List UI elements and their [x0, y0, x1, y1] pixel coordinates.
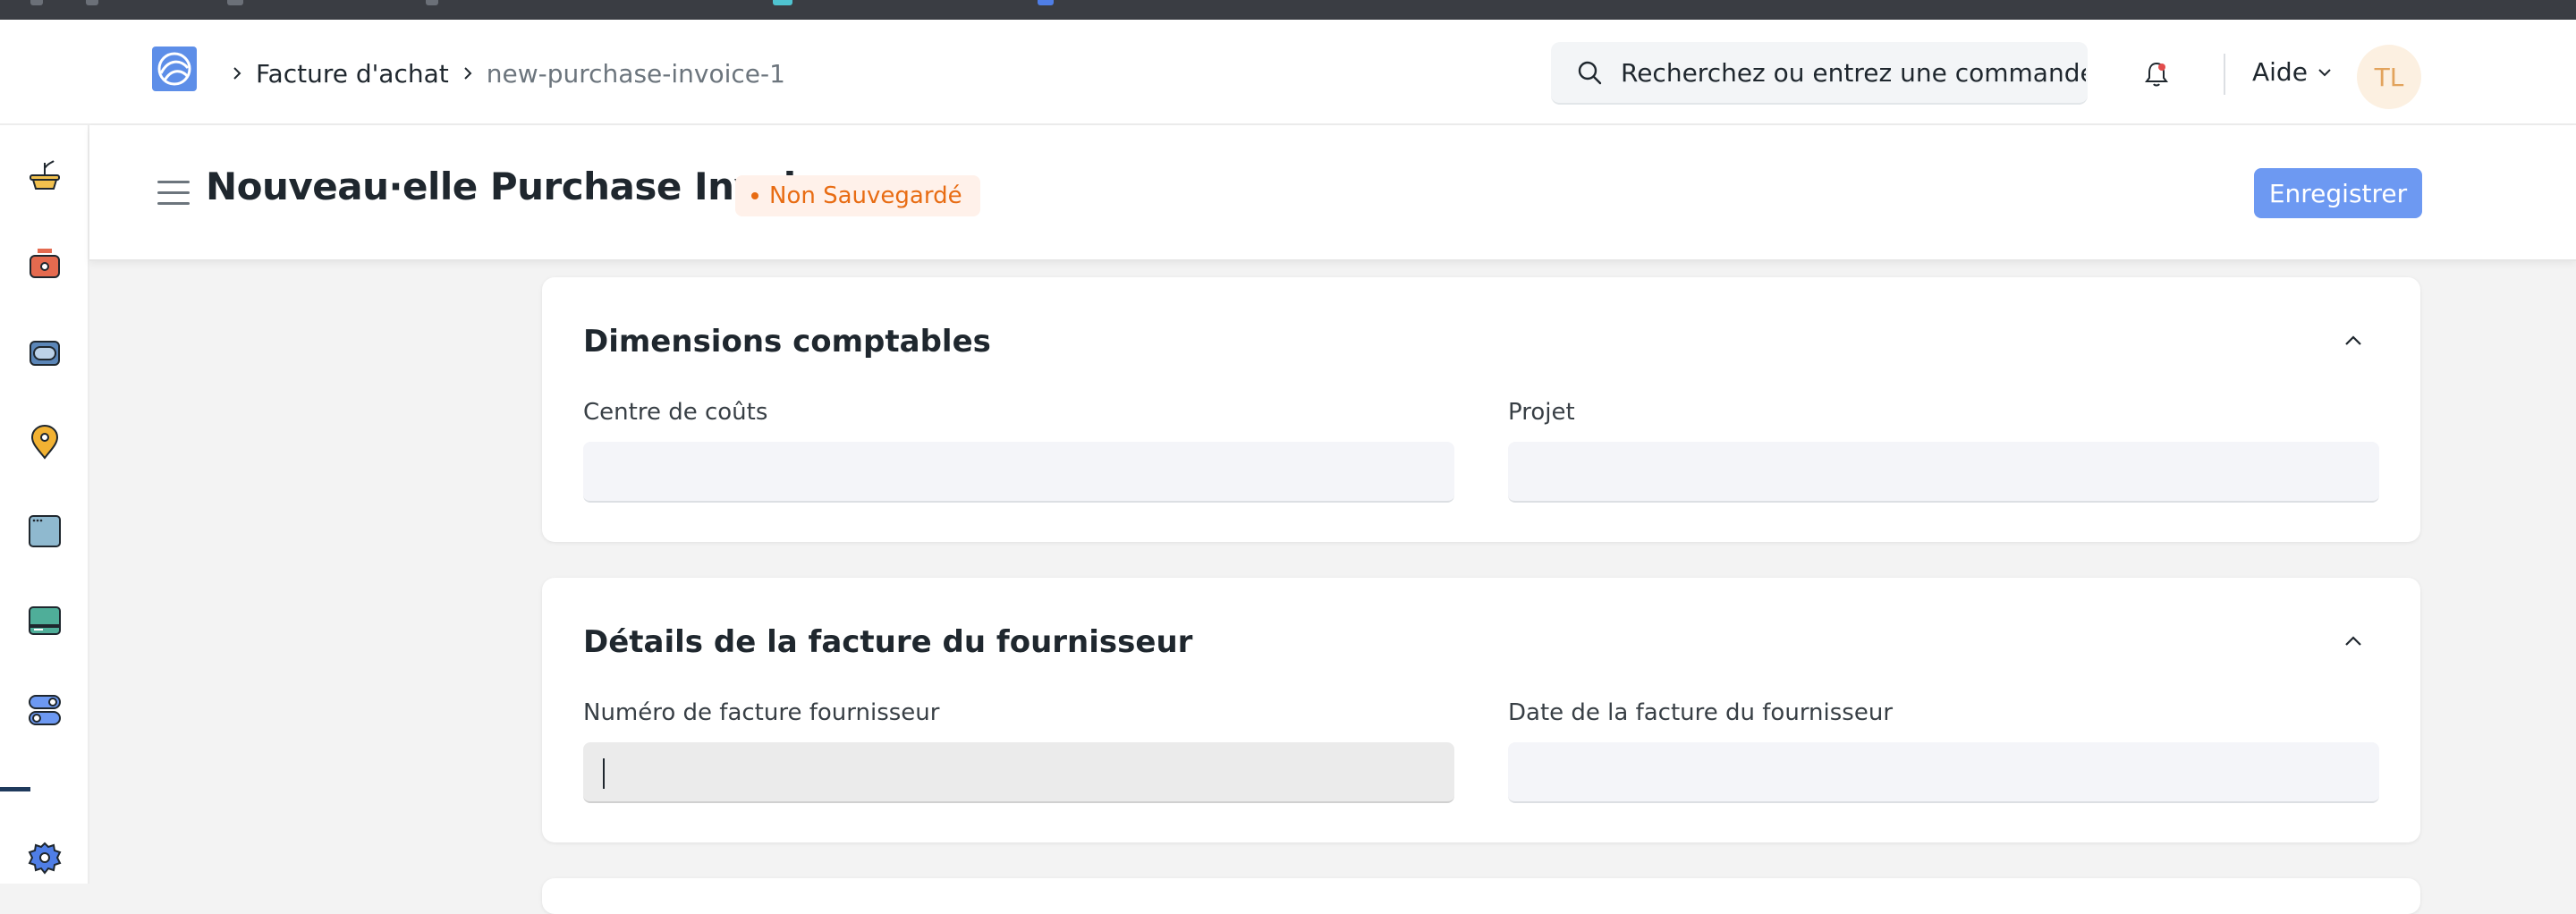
supplier-invoice-number-label: Numéro de facture fournisseur	[583, 699, 940, 726]
app-logo-icon[interactable]	[152, 47, 197, 91]
breadcrumb-current-document: new-purchase-invoice-1	[486, 58, 785, 89]
os-tab-marker	[30, 0, 43, 5]
os-tab-marker	[1038, 0, 1054, 5]
sidebar-toggle-menu-icon[interactable]	[157, 181, 190, 207]
search-icon	[1578, 61, 1602, 85]
cost-center-input[interactable]	[583, 442, 1454, 503]
cash-register-icon[interactable]	[27, 245, 63, 281]
plant-icon[interactable]	[27, 156, 63, 191]
top-navbar: Facture d'achat new-purchase-invoice-1 A…	[0, 20, 2576, 125]
breadcrumb: Facture d'achat new-purchase-invoice-1	[218, 55, 785, 91]
breadcrumb-link-purchase-invoice[interactable]: Facture d'achat	[256, 59, 449, 89]
wallet-icon[interactable]	[27, 334, 63, 370]
status-badge: Non Sauvegardé	[735, 175, 980, 216]
help-label: Aide	[2252, 57, 2308, 87]
navbar-divider	[2224, 54, 2225, 95]
credit-card-icon[interactable]	[27, 603, 63, 639]
project-label: Projet	[1508, 399, 1575, 426]
chevron-down-icon	[2318, 68, 2331, 76]
section-accounting-dimensions: Dimensions comptables Centre de coûts Pr…	[542, 277, 2420, 542]
user-avatar[interactable]: TL	[2357, 45, 2421, 109]
section-title: Dimensions comptables	[583, 324, 991, 360]
os-tab-marker	[227, 0, 243, 5]
notification-bell-icon[interactable]	[2141, 59, 2172, 89]
project-input[interactable]	[1508, 442, 2379, 503]
sidebar	[0, 125, 89, 884]
settings-gear-icon[interactable]	[27, 841, 63, 876]
os-tab-marker	[773, 0, 792, 5]
chevron-right-icon	[464, 67, 472, 80]
status-dot-icon	[751, 192, 758, 199]
help-dropdown[interactable]: Aide	[2252, 57, 2334, 87]
section-next-partial	[542, 878, 2420, 914]
supplier-invoice-date-input[interactable]	[1508, 742, 2379, 803]
os-tab-marker	[86, 0, 98, 5]
save-button[interactable]: Enregistrer	[2254, 168, 2422, 218]
supplier-invoice-number-input[interactable]	[583, 742, 1454, 803]
text-cursor	[603, 758, 605, 789]
location-pin-icon[interactable]	[27, 424, 63, 460]
sidebar-section-marker	[0, 787, 30, 791]
search-bar[interactable]	[1551, 42, 2088, 105]
os-top-bar	[0, 0, 2576, 20]
supplier-invoice-date-label: Date de la facture du fournisseur	[1508, 699, 1894, 726]
cost-center-label: Centre de coûts	[583, 399, 768, 426]
search-input[interactable]	[1621, 57, 2086, 88]
toggle-icon[interactable]	[27, 692, 63, 728]
chevron-up-icon[interactable]	[2340, 327, 2367, 354]
os-tab-marker	[426, 0, 438, 5]
browser-window-icon[interactable]	[27, 513, 63, 549]
section-title: Détails de la facture du fournisseur	[583, 624, 1193, 660]
section-supplier-invoice-details: Détails de la facture du fournisseur Num…	[542, 578, 2420, 842]
chevron-right-icon	[233, 67, 242, 80]
status-label: Non Sauvegardé	[769, 182, 962, 209]
chevron-up-icon[interactable]	[2340, 628, 2367, 655]
page-header: Nouveau·elle Purchase Invoice Non Sauveg…	[89, 125, 2576, 261]
